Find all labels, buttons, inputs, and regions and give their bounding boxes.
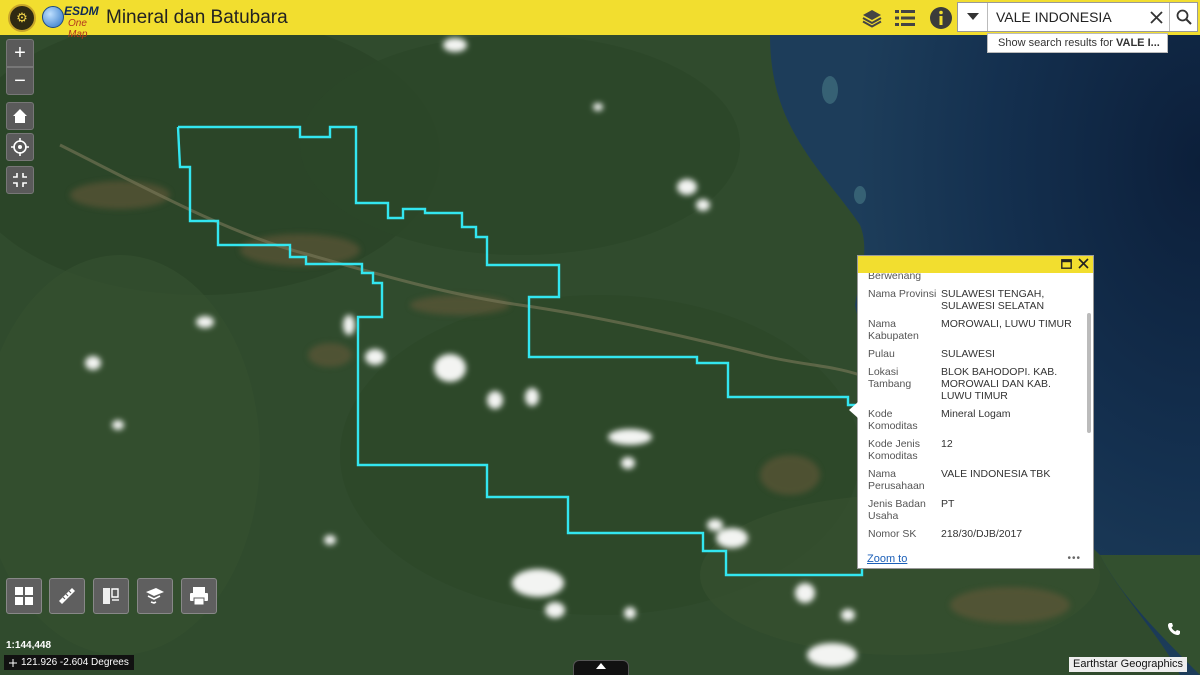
search-input[interactable] [988,3,1143,31]
attribute-row: Nama Provinsi SULAWESI TENGAH, SULAWESI S… [868,288,1081,312]
attribute-value: SULAWESI TENGAH, SULAWESI SELATAN [941,288,1045,312]
app-header: ⚙ ESDM One Map Mineral dan Batubara [0,0,1200,40]
attribute-row: Lokasi Tambang BLOK BAHODOPI. KAB. MOROWA… [868,366,1081,402]
map-attribution: Earthstar Geographics [1069,657,1188,672]
suggestion-query: VALE I... [1116,37,1160,49]
close-icon [1149,10,1163,24]
locate-icon [11,138,29,156]
bottom-panel-toggle[interactable] [573,660,629,675]
home-button[interactable] [6,102,34,130]
locate-button[interactable] [6,133,34,161]
minus-icon: − [14,69,26,92]
attribute-value: MOROWALI, LUWU TIMUR [941,318,1072,330]
plus-icon: + [14,41,26,64]
zoom-out-button[interactable]: − [6,67,34,95]
attribute-row: Nomor SK 218/30/DJB/2017 [868,528,1081,540]
attribute-value: SULAWESI [941,348,995,360]
popup-header [858,256,1093,273]
attribute-row: Kode Jenis Komoditas 12 [868,438,1081,462]
crosshair-icon [9,658,17,667]
maximize-icon [1061,258,1072,269]
search-button[interactable] [1169,3,1197,31]
printer-icon [190,587,208,606]
home-icon [13,109,27,123]
layers-button[interactable] [858,4,886,31]
attribute-label: Kode Komoditas [868,408,918,432]
popup-footer: Zoom to ••• [858,549,1093,568]
search-source-dropdown[interactable] [958,3,988,31]
search-suggestion[interactable]: Show search results for VALE I... [987,33,1168,53]
attribute-row: Nama Kabupaten MOROWALI, LUWU TIMUR [868,318,1081,342]
attribute-value: BLOK BAHODOPI. KAB. MOROWALI DAN KAB. LU… [941,366,1058,402]
more-actions-button[interactable]: ••• [1067,553,1081,564]
maximize-button[interactable] [1061,256,1072,274]
attribute-label: Nama Kabupaten [868,318,919,342]
attribute-value: 12 [941,438,953,450]
basemap-gallery-button[interactable] [6,578,42,614]
attribute-label: Pulau [868,348,895,360]
one-map-logo: ESDM One Map [42,4,99,40]
fullscreen-icon [13,173,27,187]
attribute-label: Lokasi Tambang [868,366,912,390]
print-button[interactable] [181,578,217,614]
attribute-label: Berwenang [868,273,922,282]
about-button[interactable] [927,4,955,31]
scale-text: 1:144,448 [6,640,52,651]
attribute-value: PT [941,498,955,510]
attribute-label: Kode Jenis Komoditas [868,438,920,462]
zoom-in-button[interactable]: + [6,39,34,67]
attribute-row: Kode Komoditas Mineral Logam [868,408,1081,432]
caret-down-icon [966,13,979,20]
ministry-logo: ⚙ [8,4,36,32]
suggestion-prefix: Show search results for [998,37,1116,49]
attribute-label: Nomor SK [868,528,917,540]
legend-button[interactable] [891,4,919,31]
draw-button[interactable] [93,578,129,614]
popup-attributes[interactable]: Berwenang Nama Provinsi SULAWESI TENGAH, … [858,273,1093,551]
fullscreen-button[interactable] [6,166,34,194]
search-icon [1176,9,1192,25]
analysis-button[interactable] [137,578,173,614]
popup-pointer [849,402,858,418]
layer-tool-icon [146,588,164,604]
popup-scrollbar[interactable] [1087,313,1091,433]
attribute-label: Jenis Badan Usaha [868,498,926,522]
logo-text-esdm: ESDM [64,4,99,18]
attribute-label: Nama Provinsi [868,288,937,300]
app-stage: ⚙ ESDM One Map Mineral dan Batubara VALE… [0,0,1200,675]
close-icon [1078,257,1089,269]
list-icon [895,9,915,26]
logo-text-onemap: One Map [68,18,88,40]
ruler-icon [59,588,75,604]
grid-icon [15,587,33,605]
measure-button[interactable] [49,578,85,614]
attribute-row: Jenis Badan Usaha PT [868,498,1081,522]
draw-icon [103,588,119,604]
feature-popup: Berwenang Nama Provinsi SULAWESI TENGAH, … [857,255,1094,569]
attribute-row: Pulau SULAWESI [868,348,1081,360]
phone-icon [1167,622,1181,641]
app-title: Mineral dan Batubara [106,7,288,28]
attribute-value: VALE INDONESIA TBK [941,468,1051,480]
attribute-value: Mineral Logam [941,408,1011,420]
attribute-value: 218/30/DJB/2017 [941,528,1023,540]
zoom-to-link[interactable]: Zoom to [867,553,907,565]
info-icon [930,6,952,29]
search-box [957,2,1198,32]
attribute-row: Nama Perusahaan VALE INDONESIA TBK [868,468,1081,492]
layers-icon [862,9,882,28]
coordinate-text: 121.926 -2.604 Degrees [21,657,129,668]
clear-search-button[interactable] [1143,3,1169,31]
globe-icon [42,6,64,28]
caret-up-icon [596,663,606,669]
coordinate-readout: 121.926 -2.604 Degrees [4,655,134,670]
close-popup-button[interactable] [1078,256,1089,274]
attribute-label: Nama Perusahaan [868,468,925,492]
